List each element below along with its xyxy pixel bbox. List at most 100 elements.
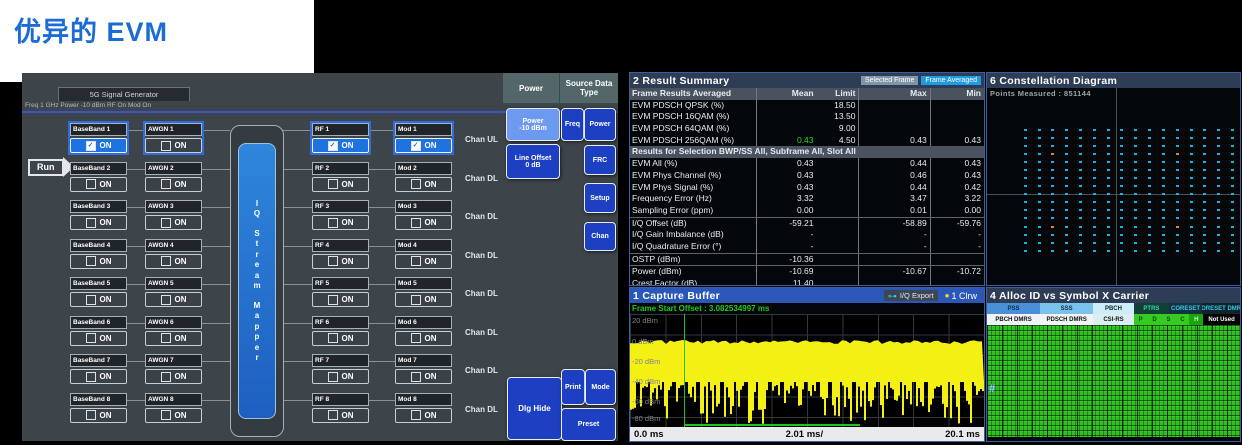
table-row: EVM PDSCH 16QAM (%)13.50	[630, 111, 984, 123]
awgn-block[interactable]: AWGN 5ON	[145, 277, 202, 307]
baseband-on-toggle[interactable]: ON	[70, 369, 127, 384]
baseband-block[interactable]: BaseBand 4ON	[70, 239, 127, 269]
frame-start-marker[interactable]	[684, 314, 685, 427]
baseband-block[interactable]: BaseBand 8ON	[70, 393, 127, 423]
awgn-on-toggle[interactable]: ON	[145, 408, 202, 423]
rf-block[interactable]: RF 3ON	[312, 200, 369, 230]
awgn-on-toggle[interactable]: ON	[145, 292, 202, 307]
awgn-block[interactable]: AWGN 1ON	[145, 123, 202, 153]
awgn-block[interactable]: AWGN 8ON	[145, 393, 202, 423]
awgn-on-toggle[interactable]: ON	[145, 138, 202, 153]
table-cell: 0.00	[931, 205, 984, 217]
rf-on-toggle[interactable]: ON	[312, 292, 369, 307]
frame-averaged-tab[interactable]: Frame Averaged	[921, 76, 981, 85]
rf-block[interactable]: RF 5ON	[312, 277, 369, 307]
iq-export-button[interactable]: ⊶ I/Q Export	[884, 290, 938, 301]
mod-on-toggle[interactable]: ON	[395, 292, 452, 307]
mod-on-toggle[interactable]: ON	[395, 254, 452, 269]
constellation-point	[1176, 177, 1179, 179]
awgn-on-toggle[interactable]: ON	[145, 369, 202, 384]
constellation-point	[1162, 234, 1165, 236]
baseband-on-toggle[interactable]: ✓ON	[70, 138, 127, 153]
baseband-block[interactable]: BaseBand 1✓ON	[70, 123, 127, 153]
baseband-block[interactable]: BaseBand 5ON	[70, 277, 127, 307]
baseband-on-toggle[interactable]: ON	[70, 177, 127, 192]
rf-on-toggle[interactable]: ON	[312, 331, 369, 346]
mod-block[interactable]: Mod 7ON	[395, 354, 452, 384]
chan-button[interactable]: Chan	[584, 222, 616, 251]
mod-on-toggle[interactable]: ON	[395, 331, 452, 346]
baseband-on-toggle[interactable]: ON	[70, 254, 127, 269]
rf-on-toggle[interactable]: ON	[312, 177, 369, 192]
constellation-point	[1162, 145, 1165, 147]
mod-block[interactable]: Mod 5ON	[395, 277, 452, 307]
mod-block[interactable]: Mod 6ON	[395, 316, 452, 346]
rf-block[interactable]: RF 6ON	[312, 316, 369, 346]
baseband-block[interactable]: BaseBand 6ON	[70, 316, 127, 346]
constellation-point	[1231, 217, 1234, 219]
rf-block[interactable]: RF 2ON	[312, 162, 369, 192]
selected-frame-tab[interactable]: Selected Frame	[861, 76, 918, 85]
setup-button[interactable]: Setup	[584, 183, 616, 213]
baseband-on-toggle[interactable]: ON	[70, 215, 127, 230]
baseband-on-toggle[interactable]: ON	[70, 331, 127, 346]
mod-on-toggle[interactable]: ON	[395, 177, 452, 192]
baseband-on-toggle[interactable]: ON	[70, 292, 127, 307]
rf-on-toggle[interactable]: ✓ON	[312, 138, 369, 153]
run-arrow[interactable]: Run	[28, 157, 74, 177]
mod-on-toggle[interactable]: ON	[395, 215, 452, 230]
constellation-point	[1190, 169, 1193, 171]
connector-line	[202, 207, 230, 208]
rf-block[interactable]: RF 7ON	[312, 354, 369, 384]
constellation-point	[1065, 242, 1068, 244]
power-button[interactable]: Power	[584, 108, 616, 141]
awgn-block[interactable]: AWGN 7ON	[145, 354, 202, 384]
rf-block[interactable]: RF 4ON	[312, 239, 369, 269]
rf-on-toggle[interactable]: ON	[312, 254, 369, 269]
baseband-block[interactable]: BaseBand 7ON	[70, 354, 127, 384]
table-cell: Mean	[757, 88, 817, 100]
mod-on-toggle[interactable]: ON	[395, 369, 452, 384]
constellation-point	[1162, 169, 1165, 171]
line-offset-button[interactable]: Line Offset 0 dB	[506, 144, 560, 179]
table-row: I/Q Offset (dB)-59.21-58.89-59.76	[630, 218, 984, 230]
rf-block[interactable]: RF 1✓ON	[312, 123, 369, 153]
awgn-block[interactable]: AWGN 3ON	[145, 200, 202, 230]
preset-button[interactable]: Preset	[561, 408, 616, 441]
checkbox-icon	[86, 372, 96, 382]
awgn-block[interactable]: AWGN 4ON	[145, 239, 202, 269]
freq-button[interactable]: Freq	[561, 108, 584, 141]
generator-tab[interactable]: 5G Signal Generator	[58, 87, 190, 101]
awgn-on-toggle[interactable]: ON	[145, 331, 202, 346]
awgn-on-toggle[interactable]: ON	[145, 254, 202, 269]
mode-button[interactable]: Mode	[585, 369, 616, 405]
rf-block[interactable]: RF 8ON	[312, 393, 369, 423]
rf-on-toggle[interactable]: ON	[312, 369, 369, 384]
print-button[interactable]: Print	[561, 369, 585, 405]
power-level-button[interactable]: Power -10 dBm	[506, 108, 560, 141]
mod-block[interactable]: Mod 8ON	[395, 393, 452, 423]
baseband-on-toggle[interactable]: ON	[70, 408, 127, 423]
mod-block[interactable]: Mod 3ON	[395, 200, 452, 230]
baseband-block[interactable]: BaseBand 3ON	[70, 200, 127, 230]
dlg-hide-button[interactable]: Dlg Hide	[507, 377, 562, 440]
mod-block[interactable]: Mod 1✓ON	[395, 123, 452, 153]
mod-on-toggle[interactable]: ✓ON	[395, 138, 452, 153]
awgn-on-toggle[interactable]: ON	[145, 177, 202, 192]
constellation-point	[1190, 145, 1193, 147]
mod-on-toggle[interactable]: ON	[395, 408, 452, 423]
awgn-on-toggle[interactable]: ON	[145, 215, 202, 230]
constellation-point	[1162, 209, 1165, 211]
rf-on-toggle[interactable]: ON	[312, 408, 369, 423]
constellation-point	[1217, 201, 1220, 203]
awgn-block[interactable]: AWGN 2ON	[145, 162, 202, 192]
mod-block[interactable]: Mod 4ON	[395, 239, 452, 269]
awgn-block[interactable]: AWGN 6ON	[145, 316, 202, 346]
constellation-point	[1190, 209, 1193, 211]
trace-1-clrw-chip[interactable]: ● 1 Clrw	[941, 290, 981, 302]
iq-stream-mapper-block[interactable]: IQStreamMapper	[238, 143, 276, 419]
mod-block[interactable]: Mod 2ON	[395, 162, 452, 192]
baseband-block[interactable]: BaseBand 2ON	[70, 162, 127, 192]
frc-button[interactable]: FRC	[584, 145, 616, 175]
rf-on-toggle[interactable]: ON	[312, 215, 369, 230]
